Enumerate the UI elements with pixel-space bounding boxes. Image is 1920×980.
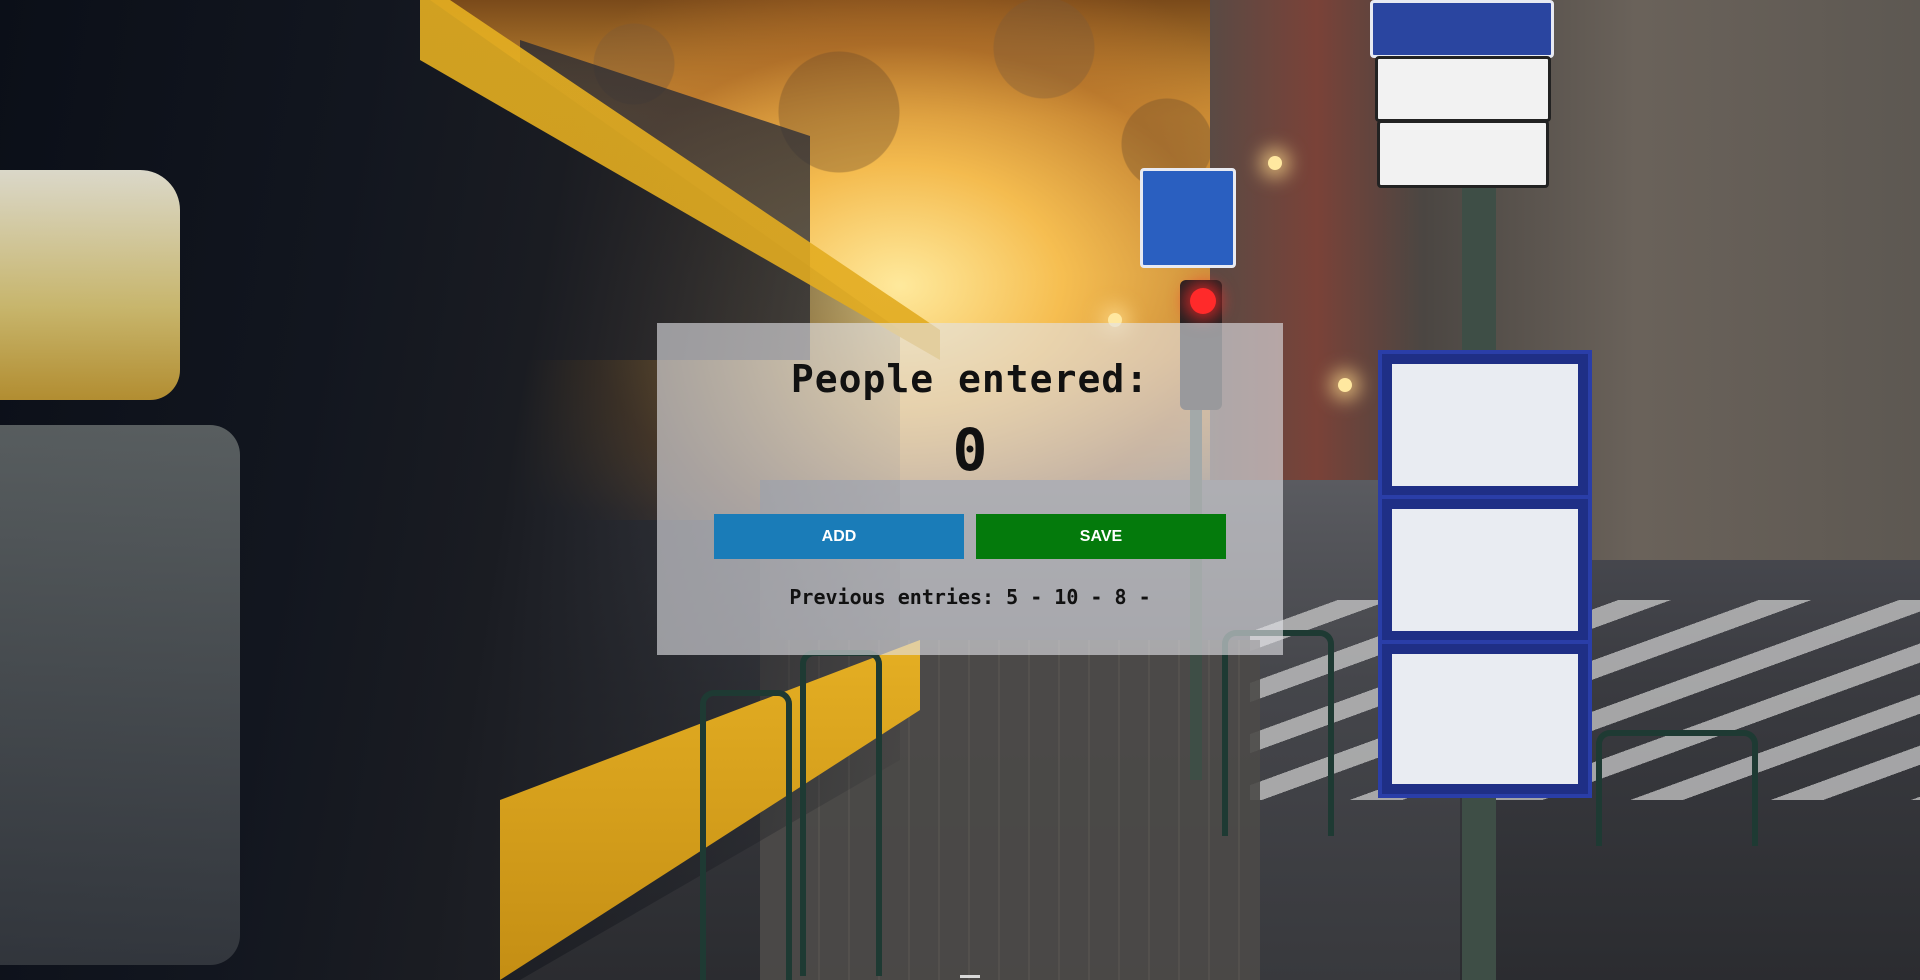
scroll-indicator xyxy=(960,975,980,978)
counter-panel: People entered: 0 ADD SAVE Previous entr… xyxy=(657,323,1283,655)
timetable-board xyxy=(1378,640,1592,798)
blue-sign xyxy=(1370,0,1554,58)
tram-window xyxy=(0,170,180,400)
route-map-board xyxy=(1378,350,1592,500)
stop-name-sign xyxy=(1375,56,1551,122)
street-lamp xyxy=(1338,378,1352,392)
railing xyxy=(1222,630,1334,836)
previous-entries-label: Previous entries: xyxy=(789,585,995,609)
save-button[interactable]: SAVE xyxy=(976,514,1226,559)
street-lamp xyxy=(1268,156,1282,170)
people-count: 0 xyxy=(952,416,988,484)
pedestrian-crossing-sign xyxy=(1140,168,1236,268)
counter-heading: People entered: xyxy=(790,357,1150,401)
red-light xyxy=(1190,288,1216,314)
previous-entries-values: 5 - 10 - 8 - xyxy=(1006,585,1151,609)
railing xyxy=(1596,730,1758,846)
no-smoking-sign xyxy=(1377,120,1549,188)
timetable-board xyxy=(1378,495,1592,645)
add-button[interactable]: ADD xyxy=(714,514,964,559)
railing xyxy=(700,690,792,980)
tram-door-window xyxy=(0,425,240,965)
railing xyxy=(800,650,882,976)
previous-entries: Previous entries: 5 - 10 - 8 - xyxy=(657,585,1283,609)
